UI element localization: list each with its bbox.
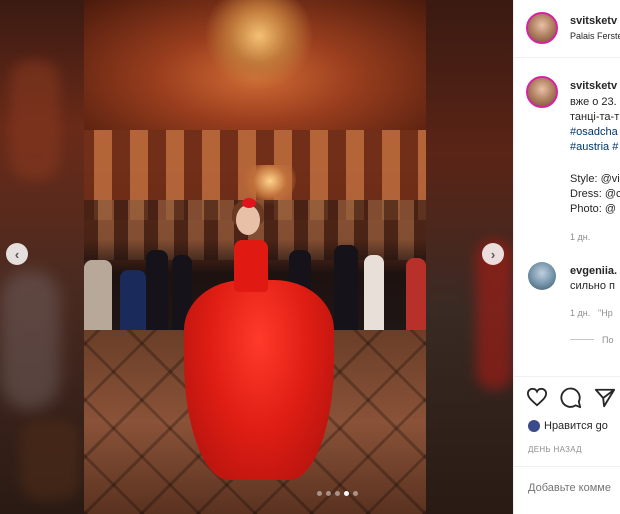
carousel-dot: [344, 491, 349, 496]
post-date: ДЕНЬ НАЗАД: [528, 445, 582, 454]
caption-line: танці-та-т: [570, 111, 620, 123]
author-username[interactable]: svitsketv: [570, 15, 617, 27]
guest-figure: [364, 255, 384, 335]
chevron-left-icon: ‹: [14, 246, 20, 262]
caption-credit: Style: @vi: [570, 173, 620, 185]
carousel-dots: [317, 491, 358, 496]
carousel-dot: [353, 491, 358, 496]
caption-credit: Dress: @c: [570, 188, 620, 200]
carousel-prev-button[interactable]: ‹: [6, 243, 28, 265]
comment-reply-label[interactable]: "Нр: [598, 308, 613, 318]
face: [236, 205, 260, 235]
post-header: svitsketv Palais Ferste: [514, 0, 620, 58]
likes-text: Нравится go: [544, 420, 608, 432]
likes-summary[interactable]: Нравится go: [528, 420, 608, 433]
backdrop-shape: [0, 270, 60, 410]
view-replies-link[interactable]: По: [602, 335, 613, 345]
post-photo[interactable]: [84, 0, 426, 514]
dress-bodice: [234, 240, 268, 292]
caption-line: вже о 23.: [570, 96, 617, 108]
carousel-next-button[interactable]: ›: [482, 243, 504, 265]
caption-hashtags[interactable]: #osadcha: [570, 125, 618, 140]
carousel-dot: [335, 491, 340, 496]
post-location[interactable]: Palais Ferste: [570, 31, 620, 41]
add-comment-bar: [514, 466, 620, 514]
caption-credit: Photo: @: [570, 203, 617, 215]
heart-icon[interactable]: [526, 387, 548, 412]
comment-text: сильно п: [570, 280, 615, 292]
backdrop-shape: [20, 420, 80, 500]
caption-hashtags[interactable]: #austria #: [570, 140, 618, 155]
carousel-dot: [326, 491, 331, 496]
share-icon[interactable]: [594, 387, 616, 414]
liker-avatar: [528, 420, 540, 433]
red-fascinator: [242, 198, 256, 208]
comment-input[interactable]: [528, 482, 620, 494]
post-side-panel: svitsketv Palais Ferste svitsketv вже о …: [513, 0, 620, 514]
author-avatar[interactable]: [526, 12, 558, 44]
comment-time[interactable]: 1 дн.: [570, 308, 590, 318]
commenter-username[interactable]: evgeniia.: [570, 265, 617, 277]
instagram-post-viewer: ‹ › svitsketv Palais Ferste svitsketv вж…: [0, 0, 620, 514]
red-gown: [184, 280, 334, 480]
chevron-right-icon: ›: [490, 246, 496, 262]
replies-divider: [570, 339, 594, 340]
caption-username[interactable]: svitsketv: [570, 80, 617, 92]
commenter-avatar[interactable]: [528, 262, 556, 290]
carousel-dot: [317, 491, 322, 496]
comment-icon[interactable]: [560, 387, 582, 414]
backdrop-shape: [10, 60, 60, 180]
caption-author-avatar[interactable]: [526, 76, 558, 108]
caption-time[interactable]: 1 дн.: [570, 232, 590, 242]
